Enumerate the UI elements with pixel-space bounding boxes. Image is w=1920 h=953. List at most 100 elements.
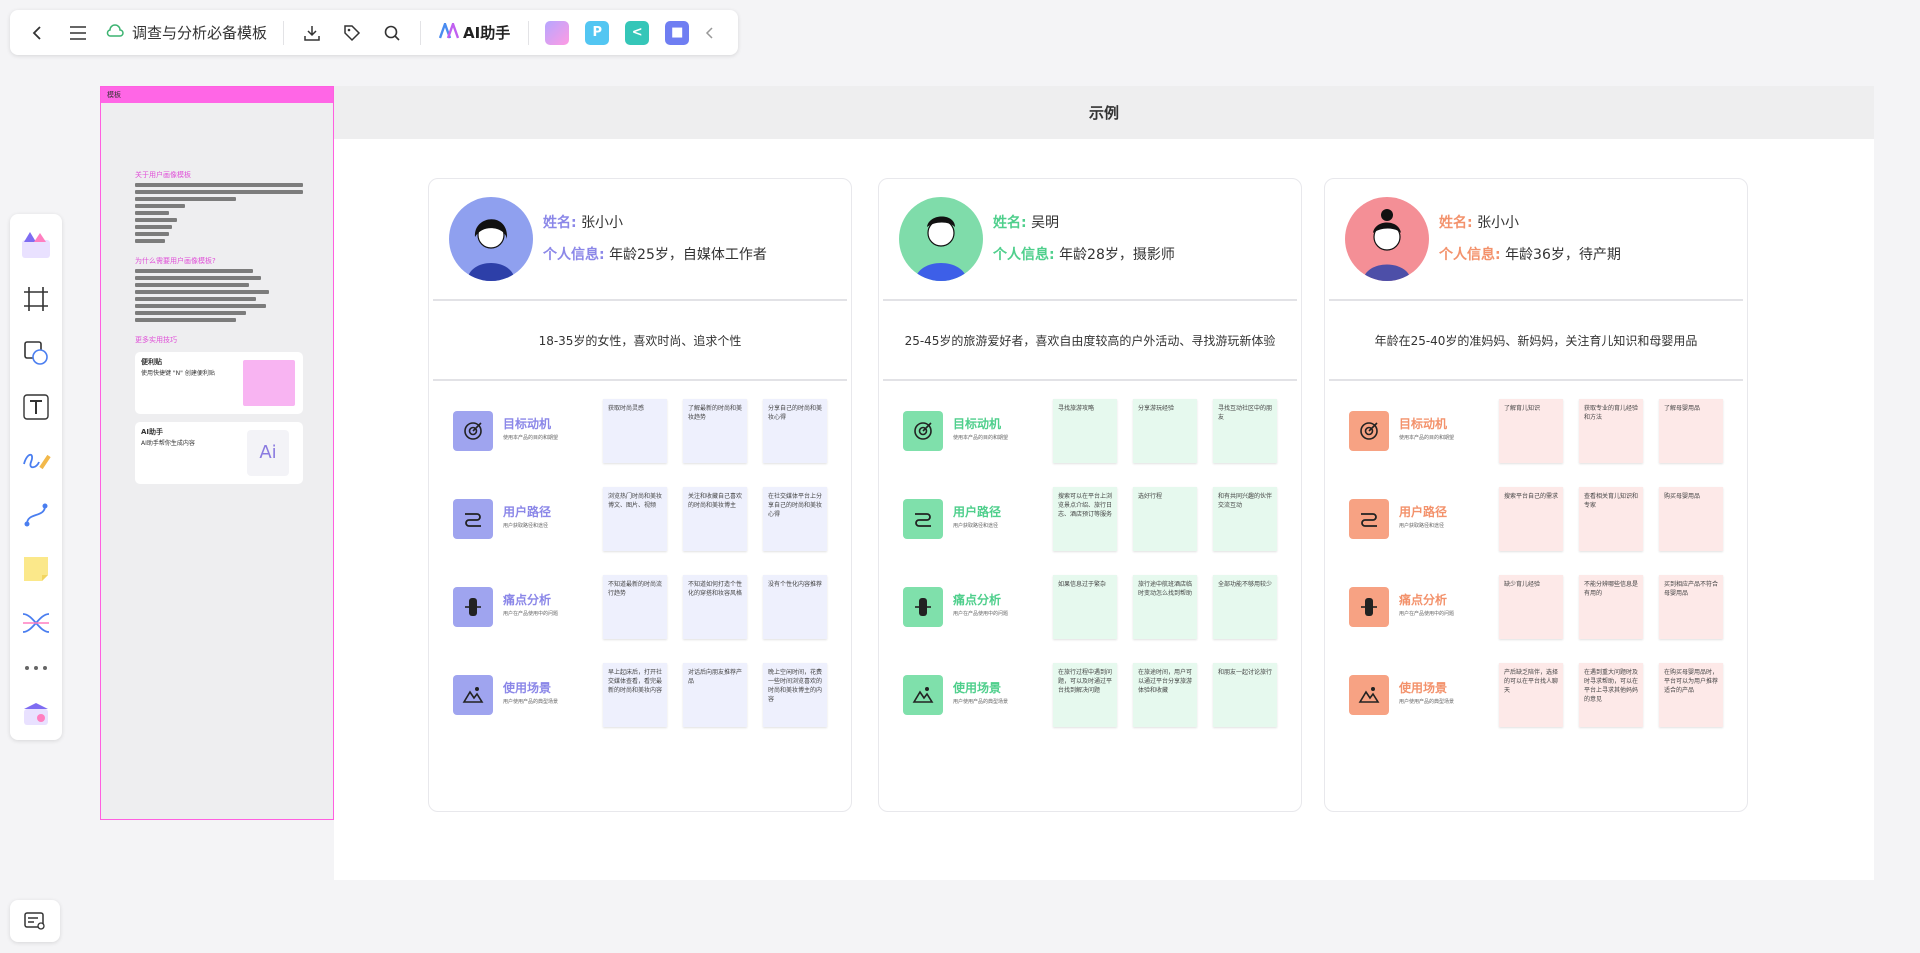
tag-icon[interactable] xyxy=(334,16,370,50)
sticky-note[interactable]: 买到相应产品不符合母婴用品 xyxy=(1659,575,1723,639)
template-guide-frame[interactable]: 模板 关于用户画像模板 为什么需要用户画像模板? 更多实用技巧 便利贴 使用快捷… xyxy=(100,86,334,820)
sticky-note[interactable]: 不能分辨哪些信息是有用的 xyxy=(1579,575,1643,639)
row-label: 目标动机 使用本产品的目的和期望 xyxy=(1399,415,1499,441)
row-icon xyxy=(1349,499,1389,539)
sticky-note[interactable]: 了解母婴用品 xyxy=(1659,399,1723,463)
info-label: 个人信息: xyxy=(993,247,1055,263)
row-subtitle: 用户使用产品的典型场景 xyxy=(953,699,1009,705)
sticky-note[interactable]: 没有个性化内容推荐 xyxy=(763,575,827,639)
sticky-note[interactable]: 关注和收藏自己喜欢的时尚和美妆博主 xyxy=(683,487,747,551)
avatar xyxy=(1345,197,1429,281)
sticky-note[interactable]: 缺少育儿经验 xyxy=(1499,575,1563,639)
sticky-note[interactable]: 搜索平台自己的需求 xyxy=(1499,487,1563,551)
minimap-icon[interactable] xyxy=(10,900,60,942)
row-title: 目标动机 xyxy=(953,417,1002,431)
row-label: 目标动机 使用本产品的目的和期望 xyxy=(953,415,1053,441)
collapse-chevron-icon[interactable] xyxy=(699,16,719,50)
example-board[interactable]: 示例 姓名: 张小小 个人信息: 年龄25岁，自媒体工作者 18-35岁的女性，… xyxy=(334,86,1874,880)
sticky-note[interactable]: 全部功能不够用较少 xyxy=(1213,575,1277,639)
text-tool-icon[interactable] xyxy=(16,384,56,430)
row-icon xyxy=(1349,587,1389,627)
sticky-note[interactable]: 了解育儿知识 xyxy=(1499,399,1563,463)
sticky-note[interactable]: 在旅行过程中遇到问题，可以及时通过平台找到解决问题 xyxy=(1053,663,1117,727)
sticky-note[interactable]: 在旅途时间，用户可以通过平台分享旅游体验和收藏 xyxy=(1133,663,1197,727)
sticky-note[interactable]: 和有共同兴趣的伙伴交流互动 xyxy=(1213,487,1277,551)
sticky-note[interactable]: 获取时尚灵感 xyxy=(603,399,667,463)
sticky-note[interactable]: 了解最新的时尚和美妆趋势 xyxy=(683,399,747,463)
row-subtitle: 用户获取路径和途径 xyxy=(503,523,549,529)
sticky-note[interactable]: 晚上空闲时间，花费一些时间浏览喜欢的时尚和美妆博主的内容 xyxy=(763,663,827,727)
sticky-note[interactable]: 产后缺乏陪伴，选择的可以在平台找人聊天 xyxy=(1499,663,1563,727)
row-title: 用户路径 xyxy=(1399,505,1448,519)
persona-row: 用户路径 用户获取路径和途径 搜索可以在平台上浏览景点介绍、旅行日志、酒店预订等… xyxy=(903,487,1301,575)
sticky-note[interactable]: 浏览热门时尚和美妆博文、图片、视频 xyxy=(603,487,667,551)
mindmap-app-icon[interactable]: < xyxy=(619,16,655,50)
sticky-note[interactable]: 不知道如何打造个性化的穿搭和妆容风格 xyxy=(683,575,747,639)
sticky-note[interactable]: 搜索可以在平台上浏览景点介绍、旅行日志、酒店预订等服务 xyxy=(1053,487,1117,551)
connector-tool-icon[interactable] xyxy=(16,492,56,538)
row-icon xyxy=(1349,411,1389,451)
tip-card-sticky: 便利贴 使用快捷键 "N" 创建便利贴 xyxy=(135,352,303,414)
sticky-note[interactable]: 在社交媒体平台上分享自己的时尚和美妆心得 xyxy=(763,487,827,551)
board-title: 示例 xyxy=(334,86,1874,139)
avatar xyxy=(899,197,983,281)
document-title-text: 调查与分析必备模板 xyxy=(132,24,268,42)
row-label: 用户路径 用户获取路径和途径 xyxy=(503,503,603,529)
text-placeholder xyxy=(135,190,303,194)
sticky-note[interactable]: 查看相关育儿知识和专家 xyxy=(1579,487,1643,551)
row-icon xyxy=(903,587,943,627)
download-icon[interactable] xyxy=(294,16,330,50)
sticky-note-group: 了解育儿知识 获取专业的育儿经验和方法 了解母婴用品 xyxy=(1499,399,1723,463)
persona-info: 姓名: 张小小 个人信息: 年龄36岁，待产期 xyxy=(1439,207,1621,271)
frame-tool-icon[interactable] xyxy=(16,276,56,322)
sticky-note[interactable]: 对话后向朋友推荐产品 xyxy=(683,663,747,727)
sticky-note[interactable]: 获取专业的育儿经验和方法 xyxy=(1579,399,1643,463)
p-app-icon[interactable]: P xyxy=(579,16,615,50)
sticky-note[interactable]: 早上起床后，打开社交媒体查看，看完最新的时尚和美妆内容 xyxy=(603,663,667,727)
template-tool-icon[interactable] xyxy=(16,222,56,268)
row-title: 使用场景 xyxy=(1399,681,1448,695)
row-label: 用户路径 用户获取路径和途径 xyxy=(1399,503,1499,529)
plugin-box-icon[interactable] xyxy=(16,690,56,736)
tip-card-ai: AI助手 AI助手帮你生成内容 Ai xyxy=(135,422,303,484)
sticky-note-group: 产后缺乏陪伴，选择的可以在平台找人聊天 在遇到重大问题时及时寻求帮助，可以在平台上… xyxy=(1499,663,1723,727)
sticky-note[interactable]: 不知道最新的时尚流行趋势 xyxy=(603,575,667,639)
sticky-note-group: 如果信息过于繁杂 旅行途中航班酒店临时变动怎么找到帮助 全部功能不够用较少 xyxy=(1053,575,1277,639)
sticky-note[interactable]: 寻找互动社区中的朋友 xyxy=(1213,399,1277,463)
persona-card[interactable]: 姓名: 张小小 个人信息: 年龄25岁，自媒体工作者 18-35岁的女性，喜欢时… xyxy=(428,178,852,812)
ai-logo-icon xyxy=(438,19,460,43)
sticky-note[interactable]: 分享自己的时尚和美妆心得 xyxy=(763,399,827,463)
info-label: 个人信息: xyxy=(1439,247,1501,263)
persona-info-text: 年龄28岁，摄影师 xyxy=(1059,247,1175,263)
shape-tool-icon[interactable] xyxy=(16,330,56,376)
ai-preview-icon: Ai xyxy=(247,430,289,476)
image-app-icon[interactable] xyxy=(539,16,575,50)
mindmap-tool-icon[interactable] xyxy=(16,600,56,646)
persona-row: 使用场景 用户使用产品的典型场景 产后缺乏陪伴，选择的可以在平台找人聊天 在遇到重… xyxy=(1349,663,1747,751)
sticky-note[interactable]: 分享游玩经验 xyxy=(1133,399,1197,463)
persona-card[interactable]: 姓名: 吴明 个人信息: 年龄28岁，摄影师 25-45岁的旅游爱好者，喜欢自由… xyxy=(878,178,1302,812)
template-guide-section-title: 为什么需要用户画像模板? xyxy=(135,257,216,265)
search-icon[interactable] xyxy=(374,16,410,50)
sticky-note[interactable]: 和朋友一起讨论旅行 xyxy=(1213,663,1277,727)
sticky-note[interactable]: 旅行途中航班酒店临时变动怎么找到帮助 xyxy=(1133,575,1197,639)
more-tools-icon[interactable] xyxy=(16,654,56,682)
row-subtitle: 使用本产品的目的和期望 xyxy=(953,435,1009,441)
row-icon xyxy=(453,587,493,627)
pen-tool-icon[interactable] xyxy=(16,438,56,484)
text-placeholder xyxy=(135,197,236,201)
chat-app-icon[interactable]: ■ xyxy=(659,16,695,50)
document-title[interactable]: 调查与分析必备模板 xyxy=(100,22,273,43)
sticky-note[interactable]: 购买母婴用品 xyxy=(1659,487,1723,551)
sticky-note[interactable]: 在购买母婴用品时，平台可以为用户推荐适合的产品 xyxy=(1659,663,1723,727)
sticky-note[interactable]: 在遇到重大问题时及时寻求帮助，可以在平台上寻求其他妈妈的意见 xyxy=(1579,663,1643,727)
sticky-note[interactable]: 选好行程 xyxy=(1133,487,1197,551)
menu-icon[interactable] xyxy=(60,16,96,50)
back-icon[interactable] xyxy=(20,16,56,50)
persona-card[interactable]: 姓名: 张小小 个人信息: 年龄36岁，待产期 年龄在25-40岁的准妈妈、新妈… xyxy=(1324,178,1748,812)
sticky-note-tool-icon[interactable] xyxy=(16,546,56,592)
persona-name: 张小小 xyxy=(581,215,624,231)
sticky-note[interactable]: 如果信息过于繁杂 xyxy=(1053,575,1117,639)
ai-assistant-button[interactable]: AI助手 xyxy=(431,19,518,43)
sticky-note[interactable]: 寻找旅游攻略 xyxy=(1053,399,1117,463)
